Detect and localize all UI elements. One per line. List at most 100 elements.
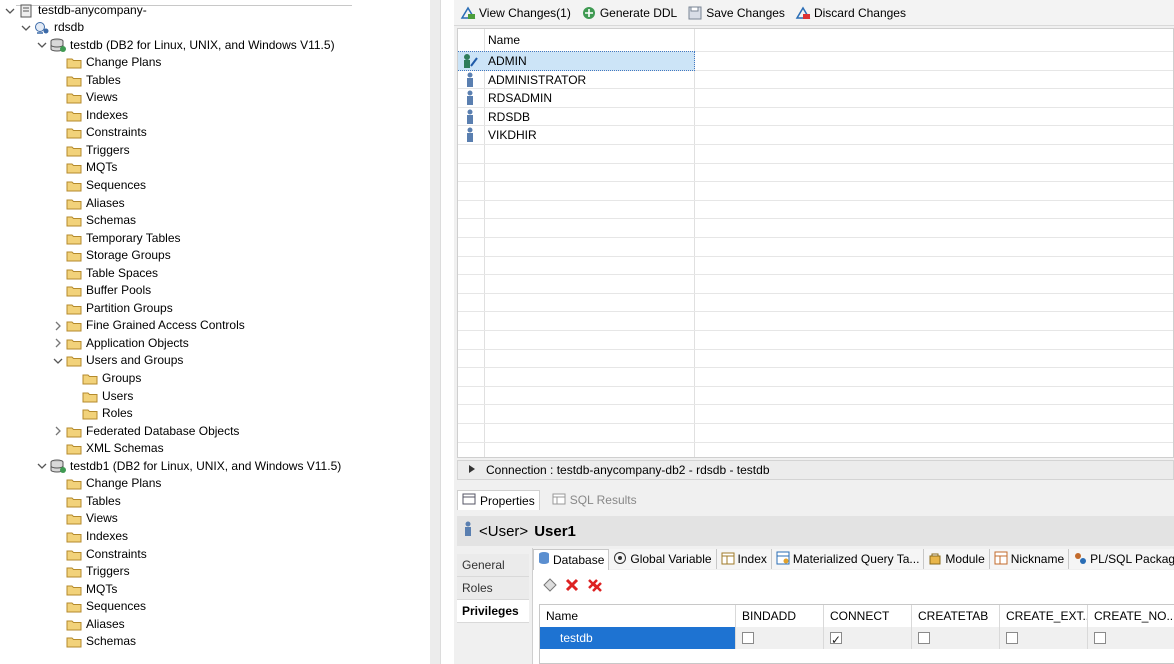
tab-properties[interactable]: Properties [457, 490, 540, 510]
tree-node[interactable]: testdb1 (DB2 for Linux, UNIX, and Window… [36, 458, 341, 475]
privilege-column-header[interactable]: CREATE_NO... [1088, 605, 1174, 627]
tree-node[interactable]: Federated Database Objects [52, 423, 239, 440]
save-changes-button[interactable]: Save Changes [687, 5, 785, 21]
privilege-checkbox[interactable] [918, 632, 930, 644]
tree-node[interactable]: rdsdb [20, 19, 84, 36]
tree-node-label: Tables [86, 493, 121, 508]
expand-arrow-icon[interactable] [468, 463, 476, 477]
tree-node[interactable]: Application Objects [52, 335, 189, 352]
tree-node[interactable]: Triggers [52, 563, 130, 580]
expand-chevron-icon[interactable] [36, 458, 48, 475]
user-row[interactable]: RDSDB [458, 108, 694, 126]
generate-ddl-label: Generate DDL [599, 5, 678, 20]
pane-splitter[interactable] [428, 0, 454, 664]
expand-chevron-icon[interactable] [4, 2, 16, 19]
tree-node[interactable]: Tables [52, 493, 121, 510]
user-row[interactable]: VIKDHIR [458, 126, 694, 144]
tree-node[interactable]: Change Plans [52, 54, 161, 71]
privilege-tab[interactable]: Module [924, 549, 990, 569]
privilege-tab[interactable]: Database [533, 548, 610, 570]
tree-node[interactable]: Users and Groups [52, 352, 183, 369]
tree-node[interactable]: Sequences [52, 598, 146, 615]
tree-node[interactable]: Groups [68, 370, 141, 387]
expand-chevron-icon[interactable] [52, 352, 64, 369]
tree-node[interactable]: Schemas [52, 212, 136, 229]
tree-node[interactable]: Views [52, 510, 118, 527]
generate-ddl-icon [581, 5, 597, 21]
tree-node[interactable]: Constraints [52, 124, 147, 141]
tree-node[interactable]: Sequences [52, 177, 146, 194]
privilege-checkbox[interactable] [1094, 632, 1106, 644]
user-row[interactable]: ADMINISTRATOR [458, 71, 694, 89]
collapse-chevron-icon[interactable] [52, 317, 64, 334]
tree-node[interactable]: Views [52, 89, 118, 106]
tree-node-label: Temporary Tables [86, 230, 181, 245]
tree-node[interactable]: Change Plans [52, 475, 161, 492]
privilege-column-header[interactable]: CREATETAB [912, 605, 1000, 627]
privilege-row[interactable]: testdb [540, 627, 1174, 649]
tree-node[interactable]: Indexes [52, 528, 128, 545]
tree-node[interactable]: Users [68, 388, 133, 405]
privilege-cell [736, 627, 824, 649]
grid-column-header-name[interactable]: Name [488, 31, 520, 49]
properties-side-tabs: General Roles Privileges [457, 554, 529, 623]
tree-node[interactable]: testdb (DB2 for Linux, UNIX, and Windows… [36, 37, 335, 54]
privilege-tab[interactable]: Materialized Query Ta... [771, 549, 925, 569]
tree-node[interactable]: Table Spaces [52, 265, 158, 282]
tree-node[interactable]: Roles [68, 405, 133, 422]
tree-node[interactable]: Tables [52, 72, 121, 89]
privilege-checkbox[interactable] [742, 632, 754, 644]
expand-chevron-icon[interactable] [36, 37, 48, 54]
tree-node[interactable]: Triggers [52, 142, 130, 159]
tree-node[interactable]: Constraints [52, 546, 147, 563]
tree-node[interactable]: Partition Groups [52, 300, 173, 317]
tree-node[interactable]: XML Schemas [52, 440, 164, 457]
privilege-checkbox[interactable] [1006, 632, 1018, 644]
tree-node[interactable]: MQTs [52, 159, 117, 176]
privilege-column-header[interactable]: CONNECT [824, 605, 912, 627]
grid-row-line [458, 330, 1173, 331]
expand-chevron-icon[interactable] [20, 19, 32, 36]
add-privilege-icon[interactable] [543, 578, 557, 595]
collapse-chevron-icon[interactable] [52, 335, 64, 352]
privilege-tab[interactable]: Index [716, 549, 772, 569]
privilege-tab[interactable]: PL/SQL Package [1069, 549, 1174, 569]
user-row[interactable]: ADMIN [458, 51, 695, 71]
tree-node[interactable]: Aliases [52, 616, 125, 633]
privilege-tab[interactable]: Global Variable [609, 549, 717, 569]
privilege-column-header[interactable]: Name [540, 605, 736, 627]
tree-node[interactable]: Buffer Pools [52, 282, 151, 299]
privilege-tab[interactable]: Nickname [989, 549, 1070, 569]
privilege-row-name[interactable]: testdb [540, 627, 736, 649]
collapse-chevron-icon[interactable] [52, 423, 64, 440]
tree-node-label: Users and Groups [86, 353, 184, 368]
tree-node[interactable]: testdb-anycompany- [4, 2, 147, 19]
user-row[interactable]: RDSADMIN [458, 89, 694, 107]
privilege-checkbox[interactable] [830, 629, 842, 649]
user-icon [458, 72, 482, 88]
tree-node[interactable]: Storage Groups [52, 247, 171, 264]
tree-node[interactable]: Fine Grained Access Controls [52, 317, 245, 334]
tree-node[interactable]: MQTs [52, 581, 117, 598]
side-tab-general[interactable]: General [457, 554, 529, 577]
discard-changes-button[interactable]: Discard Changes [795, 5, 906, 21]
tree-node[interactable]: Aliases [52, 195, 125, 212]
view-changes-button[interactable]: View Changes(1) [460, 5, 571, 21]
privilege-tab-label: Global Variable [630, 552, 712, 566]
connection-bar[interactable]: Connection : testdb-anycompany-db2 - rds… [457, 460, 1174, 480]
delete-privilege-icon[interactable] [565, 578, 579, 595]
splitter-bar[interactable] [430, 0, 441, 664]
tree-node[interactable]: Indexes [52, 107, 128, 124]
side-tab-privileges[interactable]: Privileges [457, 600, 529, 623]
delete-all-privileges-icon[interactable] [587, 578, 603, 595]
tree-node[interactable]: Temporary Tables [52, 230, 181, 247]
side-tab-roles[interactable]: Roles [457, 577, 529, 600]
generate-ddl-button[interactable]: Generate DDL [581, 5, 677, 21]
privilege-column-header[interactable]: BINDADD [736, 605, 824, 627]
tab-sql-results[interactable]: SQL Results [548, 491, 641, 510]
tree-node[interactable]: Schemas [52, 633, 136, 650]
privilege-column-header[interactable]: CREATE_EXT... [1000, 605, 1088, 627]
user-name: ADMINISTRATOR [488, 72, 587, 87]
